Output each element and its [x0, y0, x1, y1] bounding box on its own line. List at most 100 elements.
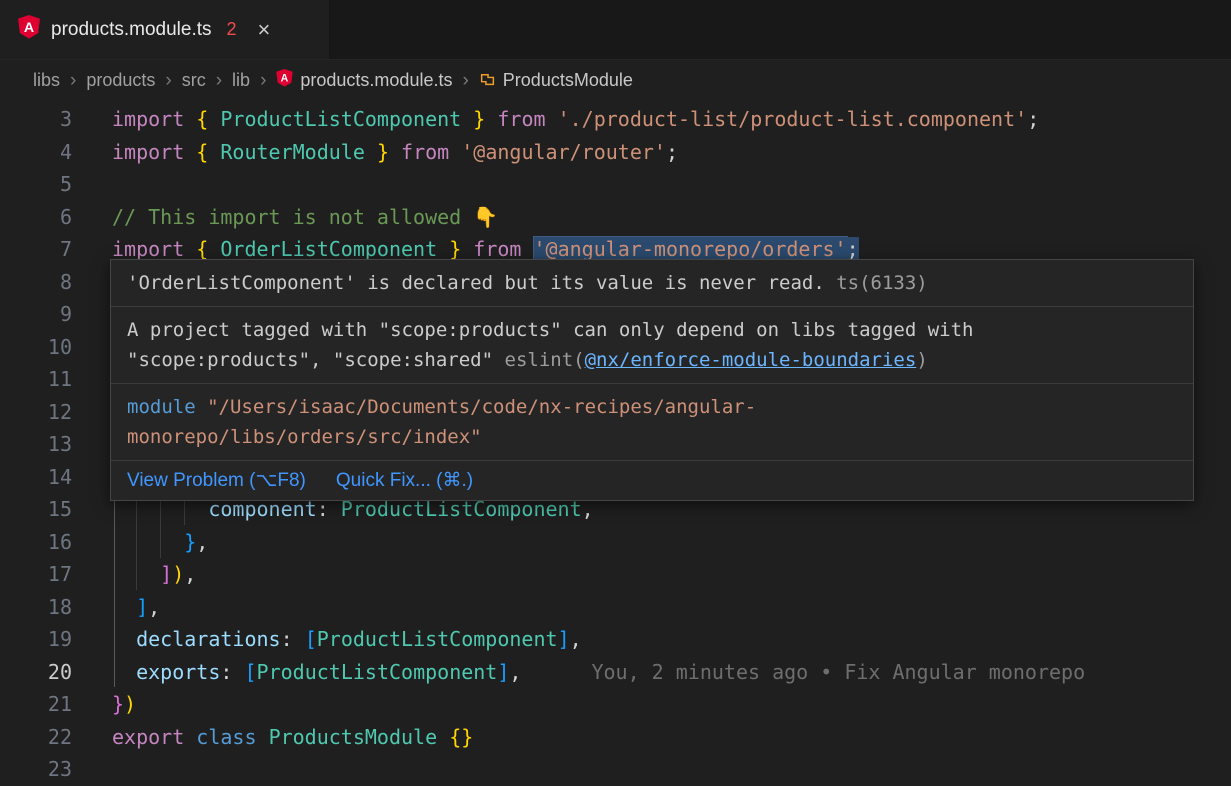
code-line-content: // This import is not allowed 👇	[72, 201, 498, 234]
tab-title: products.module.ts	[51, 19, 212, 41]
code-line-content	[72, 298, 112, 331]
breadcrumb-separator: ›	[462, 70, 468, 92]
eslint-source-close: )	[916, 349, 927, 371]
tab-bar-empty-space	[330, 0, 1231, 59]
code-line[interactable]: 6// This import is not allowed 👇	[0, 201, 1231, 234]
code-line-content	[72, 168, 112, 201]
view-problem-action[interactable]: View Problem (⌥F8)	[127, 469, 306, 492]
code-line[interactable]: 5	[0, 168, 1231, 201]
breadcrumb-item-lib[interactable]: lib	[232, 70, 250, 91]
code-line[interactable]: 19 declarations: [ProductListComponent],	[0, 623, 1231, 656]
line-number[interactable]: 5	[0, 168, 72, 201]
line-number[interactable]: 15	[0, 493, 72, 526]
line-number[interactable]: 16	[0, 526, 72, 559]
indent-guide	[184, 499, 185, 525]
git-blame-annotation: You, 2 minutes ago • Fix Angular monorep…	[591, 660, 1085, 684]
code-line-content	[72, 331, 112, 364]
line-number[interactable]: 10	[0, 331, 72, 364]
code-line[interactable]: 16 },	[0, 526, 1231, 559]
bracket-pair-guide	[114, 499, 115, 687]
breadcrumb-separator: ›	[70, 70, 76, 92]
code-line-content: exports: [ProductListComponent],You, 2 m…	[72, 656, 1085, 689]
angular-icon: A	[18, 15, 40, 44]
eslint-message-line2: "scope:products", "scope:shared" eslint(…	[127, 345, 1177, 375]
code-line-content: import { RouterModule } from '@angular/r…	[72, 136, 678, 169]
code-line[interactable]: 22export class ProductsModule {}	[0, 721, 1231, 754]
ts-diagnostic-code: ts(6133)	[836, 272, 928, 294]
close-icon[interactable]: ×	[258, 19, 271, 41]
code-line-content: ]),	[72, 558, 196, 591]
code-line-content	[72, 266, 112, 299]
hover-actions: View Problem (⌥F8) Quick Fix... (⌘.)	[111, 461, 1193, 500]
line-number[interactable]: 14	[0, 461, 72, 494]
code-line-content: export class ProductsModule {}	[72, 721, 473, 754]
code-line-content	[72, 396, 112, 429]
svg-text:A: A	[24, 20, 34, 36]
indent-guide	[160, 499, 161, 558]
angular-icon: A	[276, 69, 293, 92]
module-path-line1: module "/Users/isaac/Documents/code/nx-r…	[127, 392, 1177, 422]
eslint-message-line1: A project tagged with "scope:products" c…	[127, 315, 1177, 345]
breadcrumb-item-src[interactable]: src	[182, 70, 206, 91]
line-number[interactable]: 6	[0, 201, 72, 234]
code-editor[interactable]: 3import { ProductListComponent } from '.…	[0, 101, 1231, 780]
code-line-content	[72, 363, 112, 396]
code-line[interactable]: 17 ]),	[0, 558, 1231, 591]
tab-error-badge: 2	[227, 19, 237, 40]
line-number[interactable]: 11	[0, 363, 72, 396]
line-number[interactable]: 21	[0, 688, 72, 721]
breadcrumb-item-symbol[interactable]: ProductsModule	[479, 70, 633, 92]
code-line-content	[72, 753, 112, 786]
code-line[interactable]: 18 ],	[0, 591, 1231, 624]
code-line[interactable]: 4import { RouterModule } from '@angular/…	[0, 136, 1231, 169]
breadcrumb-symbol-label: ProductsModule	[503, 70, 633, 91]
code-line[interactable]: 20 exports: [ProductListComponent],You, …	[0, 656, 1231, 689]
breadcrumb-separator: ›	[260, 70, 266, 92]
code-line-content: })	[72, 688, 136, 721]
eslint-rule-link[interactable]: @nx/enforce-module-boundaries	[585, 349, 917, 371]
line-number[interactable]: 4	[0, 136, 72, 169]
line-number[interactable]: 22	[0, 721, 72, 754]
eslint-source-open: eslint(	[505, 349, 585, 371]
breadcrumb-separator: ›	[165, 70, 171, 92]
line-number[interactable]: 18	[0, 591, 72, 624]
class-symbol-icon	[479, 70, 496, 92]
svg-text:A: A	[281, 73, 289, 85]
line-number[interactable]: 17	[0, 558, 72, 591]
breadcrumb-item-libs[interactable]: libs	[33, 70, 60, 91]
line-number[interactable]: 19	[0, 623, 72, 656]
indent-guide	[136, 499, 137, 590]
line-number[interactable]: 23	[0, 753, 72, 786]
module-path-line2: monorepo/libs/orders/src/index"	[127, 422, 1177, 452]
eslint-diagnostic: A project tagged with "scope:products" c…	[111, 307, 1193, 384]
line-number[interactable]: 9	[0, 298, 72, 331]
module-keyword: module	[127, 396, 196, 418]
vscode-window: A products.module.ts 2 × libs › products…	[0, 0, 1231, 780]
breadcrumb-file-label: products.module.ts	[300, 70, 452, 91]
breadcrumb: libs › products › src › lib › A products…	[0, 60, 1231, 101]
code-line-content: import { ProductListComponent } from './…	[72, 103, 1039, 136]
line-number[interactable]: 12	[0, 396, 72, 429]
code-line[interactable]: 21})	[0, 688, 1231, 721]
breadcrumb-item-products[interactable]: products	[86, 70, 155, 91]
line-number[interactable]: 3	[0, 103, 72, 136]
code-line-content: declarations: [ProductListComponent],	[72, 623, 582, 656]
module-info: module "/Users/isaac/Documents/code/nx-r…	[111, 384, 1193, 461]
tab-products-module[interactable]: A products.module.ts 2 ×	[0, 0, 330, 59]
ts-diagnostic: 'OrderListComponent' is declared but its…	[111, 260, 1193, 307]
code-line[interactable]: 3import { ProductListComponent } from '.…	[0, 103, 1231, 136]
tab-bar: A products.module.ts 2 ×	[0, 0, 1231, 60]
code-line-content: ],	[72, 591, 160, 624]
breadcrumb-separator: ›	[216, 70, 222, 92]
breadcrumb-item-file[interactable]: A products.module.ts	[276, 69, 452, 92]
line-number[interactable]: 20	[0, 656, 72, 689]
code-line[interactable]: 23	[0, 753, 1231, 786]
line-number[interactable]: 7	[0, 233, 72, 266]
error-squiggle: import { OrderListComponent } from '@ang…	[112, 237, 859, 261]
quick-fix-action[interactable]: Quick Fix... (⌘.)	[336, 469, 473, 492]
line-number[interactable]: 8	[0, 266, 72, 299]
code-line-content: },	[72, 526, 208, 559]
code-line-content	[72, 428, 112, 461]
ts-diagnostic-message: 'OrderListComponent' is declared but its…	[127, 272, 825, 294]
line-number[interactable]: 13	[0, 428, 72, 461]
